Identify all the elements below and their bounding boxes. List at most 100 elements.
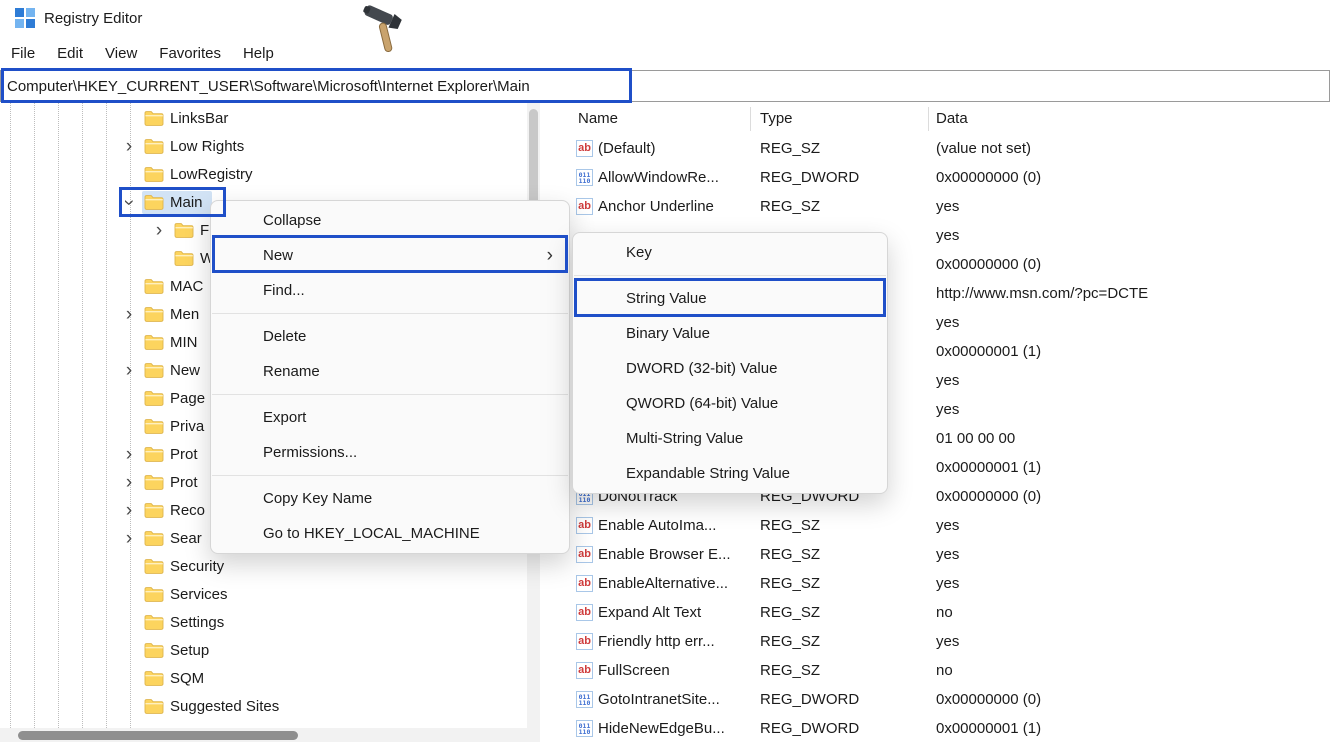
value-data: 0x00000001 (1) <box>936 453 1041 482</box>
submenu-item-qword-64-bit-value[interactable]: QWORD (64-bit) Value <box>573 386 887 421</box>
tree-item-priva[interactable]: Priva <box>116 412 213 440</box>
menu-separator <box>212 475 568 476</box>
submenu-item-dword-32-bit-value[interactable]: DWORD (32-bit) Value <box>573 351 887 386</box>
tree-item-sqm[interactable]: SQM <box>116 664 213 692</box>
chevron-right-icon[interactable]: › <box>116 445 142 464</box>
value-row[interactable]: 011110GotoIntranetSite...REG_DWORD0x0000… <box>540 685 1330 714</box>
folder-icon <box>144 586 164 602</box>
folder-icon <box>144 390 164 406</box>
submenu-item-string-value[interactable]: String Value <box>573 281 887 316</box>
value-name: Friendly http err... <box>598 627 715 656</box>
value-type: REG_SZ <box>760 511 820 540</box>
folder-icon <box>144 614 164 630</box>
column-header-data[interactable]: Data <box>936 103 968 134</box>
chevron-right-icon[interactable]: › <box>116 137 142 156</box>
context-menu-item-collapse[interactable]: Collapse <box>211 203 569 238</box>
value-row[interactable]: abFullScreenREG_SZno <box>540 656 1330 685</box>
value-row[interactable]: abFriendly http err...REG_SZyes <box>540 627 1330 656</box>
menu-item-label: Key <box>626 244 652 261</box>
tree-item-services[interactable]: Services <box>116 580 237 608</box>
tree-item-prot[interactable]: ›Prot <box>116 468 207 496</box>
value-row[interactable]: abEnableAlternative...REG_SZyes <box>540 569 1330 598</box>
chevron-right-icon[interactable]: › <box>116 473 142 492</box>
chevron-down-icon[interactable]: › <box>120 189 139 215</box>
chevron-right-icon[interactable]: › <box>116 501 142 520</box>
folder-icon <box>144 334 164 350</box>
menubar-item-file[interactable]: File <box>0 40 46 67</box>
submenu-item-binary-value[interactable]: Binary Value <box>573 316 887 351</box>
menu-item-label: Delete <box>263 328 306 345</box>
tree-item-prot[interactable]: ›Prot <box>116 440 207 468</box>
value-data: 0x00000001 (1) <box>936 337 1041 366</box>
tree-item-lowregistry[interactable]: LowRegistry <box>116 160 262 188</box>
tree-item-reco[interactable]: ›Reco <box>116 496 214 524</box>
tree-guide-line <box>10 103 11 728</box>
tree-guide-line <box>58 103 59 728</box>
value-row[interactable]: abAnchor UnderlineREG_SZyes <box>540 192 1330 221</box>
value-row[interactable]: ab(Default)REG_SZ(value not set) <box>540 134 1330 163</box>
chevron-right-icon[interactable]: › <box>146 221 172 240</box>
address-bar[interactable]: Computer\HKEY_CURRENT_USER\Software\Micr… <box>0 70 1330 102</box>
tree-item-linksbar[interactable]: LinksBar <box>116 104 237 132</box>
header-separator[interactable] <box>928 107 929 131</box>
tree-item-suggested-sites[interactable]: Suggested Sites <box>116 692 288 720</box>
value-data: yes <box>936 511 959 540</box>
tree-item-setup[interactable]: Setup <box>116 636 218 664</box>
chevron-right-icon[interactable]: › <box>116 361 142 380</box>
column-header-type[interactable]: Type <box>760 103 793 134</box>
value-row[interactable]: abExpand Alt TextREG_SZno <box>540 598 1330 627</box>
header-separator[interactable] <box>750 107 751 131</box>
context-menu-item-permissions[interactable]: Permissions... <box>211 435 569 470</box>
context-menu-item-copy-key-name[interactable]: Copy Key Name <box>211 481 569 516</box>
tree-item-f[interactable]: ›F <box>146 216 218 244</box>
chevron-right-icon[interactable]: › <box>116 305 142 324</box>
tree-item-settings[interactable]: Settings <box>116 608 233 636</box>
tree-item-low-rights[interactable]: ›Low Rights <box>116 132 253 160</box>
context-menu-item-go-to-hkey-local-machine[interactable]: Go to HKEY_LOCAL_MACHINE <box>211 516 569 551</box>
tree-horizontal-scrollbar[interactable] <box>0 728 527 742</box>
folder-icon <box>144 110 164 126</box>
menubar-item-view[interactable]: View <box>94 40 148 67</box>
reg-sz-icon: ab <box>576 569 593 598</box>
chevron-right-icon[interactable]: › <box>116 529 142 548</box>
tree-item-security[interactable]: Security <box>116 552 233 580</box>
value-type: REG_DWORD <box>760 163 859 192</box>
context-menu-item-export[interactable]: Export <box>211 400 569 435</box>
menubar-item-edit[interactable]: Edit <box>46 40 94 67</box>
value-row[interactable]: 011110HideNewEdgeBu...REG_DWORD0x0000000… <box>540 714 1330 742</box>
menu-item-label: Export <box>263 409 306 426</box>
value-row[interactable]: 011110AllowWindowRe...REG_DWORD0x0000000… <box>540 163 1330 192</box>
tree-item-label: MIN <box>170 334 198 351</box>
column-header-name[interactable]: Name <box>578 103 618 134</box>
value-row[interactable]: abEnable AutoIma...REG_SZyes <box>540 511 1330 540</box>
context-menu-item-rename[interactable]: Rename <box>211 354 569 389</box>
tree-item-sear[interactable]: ›Sear <box>116 524 211 552</box>
tree-item-men[interactable]: ›Men <box>116 300 208 328</box>
context-menu-item-find[interactable]: Find... <box>211 273 569 308</box>
tree-guide-line <box>34 103 35 728</box>
values-header: Name Type Data <box>540 103 1330 134</box>
reg-dword-icon: 011110 <box>576 685 593 714</box>
value-name: EnableAlternative... <box>598 569 728 598</box>
menu-separator <box>212 313 568 314</box>
value-type: REG_SZ <box>760 134 820 163</box>
tree-item-page[interactable]: Page <box>116 384 214 412</box>
tree-item-mac[interactable]: MAC <box>116 272 212 300</box>
submenu-item-expandable-string-value[interactable]: Expandable String Value <box>573 456 887 491</box>
submenu-item-multi-string-value[interactable]: Multi-String Value <box>573 421 887 456</box>
tree-item-main[interactable]: ›Main <box>116 188 212 216</box>
horizontal-scrollbar-thumb[interactable] <box>18 731 298 740</box>
value-row[interactable]: abEnable Browser E...REG_SZyes <box>540 540 1330 569</box>
value-data: 0x00000000 (0) <box>936 482 1041 511</box>
context-menu-item-delete[interactable]: Delete <box>211 319 569 354</box>
context-menu: CollapseNew›Find... Delete Rename Export Per… <box>210 200 570 554</box>
value-name: GotoIntranetSite... <box>598 685 720 714</box>
menubar-item-help[interactable]: Help <box>232 40 285 67</box>
window-title: Registry Editor <box>44 10 142 27</box>
tree-item-min[interactable]: MIN <box>116 328 207 356</box>
menu-separator <box>212 394 568 395</box>
tree-item-new[interactable]: ›New <box>116 356 209 384</box>
menubar-item-favorites[interactable]: Favorites <box>148 40 232 67</box>
submenu-item-key[interactable]: Key <box>573 235 887 270</box>
context-menu-item-new[interactable]: New› <box>211 238 569 273</box>
